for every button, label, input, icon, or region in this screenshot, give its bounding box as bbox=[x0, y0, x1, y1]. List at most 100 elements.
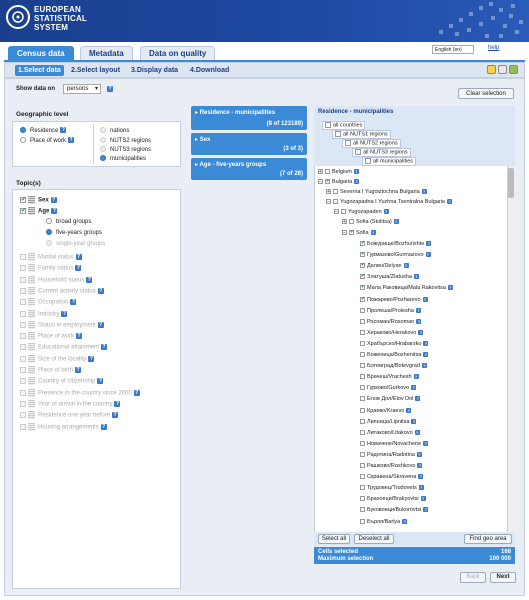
help-icon[interactable]: ? bbox=[353, 169, 359, 175]
help-icon[interactable]: ? bbox=[393, 219, 399, 225]
topic-item[interactable]: Current activity status? bbox=[20, 286, 104, 296]
help-icon[interactable]: ? bbox=[417, 463, 423, 469]
checkbox-icon[interactable] bbox=[360, 463, 365, 469]
collapse-icon[interactable]: − bbox=[334, 209, 339, 215]
help-icon[interactable]: ? bbox=[86, 276, 93, 283]
checkbox-icon[interactable] bbox=[20, 378, 26, 385]
tree-municipality[interactable]: Брахоеци/Brakyovtsi? bbox=[360, 496, 426, 503]
checkbox-icon[interactable] bbox=[20, 265, 26, 272]
checkbox-icon[interactable] bbox=[360, 485, 365, 491]
language-select[interactable]: English (en) bbox=[432, 45, 474, 54]
help-icon[interactable]: ? bbox=[418, 329, 424, 335]
checkbox-icon[interactable] bbox=[360, 296, 365, 303]
expand-icon[interactable]: + bbox=[326, 189, 331, 195]
checkbox-icon[interactable] bbox=[360, 340, 365, 346]
checkbox-icon[interactable] bbox=[325, 169, 330, 175]
radio-icon[interactable] bbox=[46, 218, 52, 225]
checkbox-icon[interactable] bbox=[360, 262, 365, 269]
radio-icon[interactable] bbox=[100, 137, 106, 144]
help-icon[interactable]: ? bbox=[68, 137, 75, 144]
topic-item[interactable]: Place of birth? bbox=[20, 366, 82, 375]
checkbox-icon[interactable] bbox=[20, 207, 26, 215]
help-icon[interactable]: ? bbox=[416, 451, 422, 457]
help-icon[interactable]: ? bbox=[411, 418, 417, 424]
help-icon[interactable]: ? bbox=[406, 407, 412, 413]
checkbox-icon[interactable] bbox=[349, 229, 354, 236]
tree-scrollbar[interactable] bbox=[507, 166, 515, 532]
tree-municipality[interactable]: Мала Раковица/Mala Rakovitsa? bbox=[360, 284, 453, 292]
help-icon[interactable]: ? bbox=[418, 485, 424, 491]
help-icon[interactable]: ? bbox=[112, 412, 119, 419]
help-icon[interactable]: ? bbox=[75, 254, 82, 260]
checkbox-icon[interactable] bbox=[355, 149, 361, 155]
tree-municipality[interactable]: Росоман/Rosoman? bbox=[360, 319, 422, 326]
tree-sofia-stolitsa[interactable]: + Sofia (Stolitsa)? bbox=[342, 219, 399, 226]
topic-item[interactable]: Occupation? bbox=[20, 298, 77, 307]
next-button[interactable]: Next bbox=[490, 572, 516, 583]
checkbox-icon[interactable] bbox=[20, 287, 26, 294]
checkbox-icon[interactable] bbox=[20, 355, 26, 362]
help-icon[interactable]: ? bbox=[425, 252, 431, 258]
checkbox-icon[interactable] bbox=[20, 196, 26, 204]
tree-municipality[interactable]: Радотина/Radotina? bbox=[360, 452, 422, 459]
checkbox-icon[interactable] bbox=[360, 307, 365, 313]
tree-municipality[interactable]: Златуша/Zlatusha? bbox=[360, 273, 419, 281]
topic-age[interactable]: Age? bbox=[20, 207, 58, 216]
help-icon[interactable]: ? bbox=[421, 363, 427, 369]
checkbox-icon[interactable] bbox=[349, 219, 354, 225]
checkbox-icon[interactable] bbox=[20, 367, 26, 373]
collapse-icon[interactable]: − bbox=[326, 199, 331, 205]
checkbox-icon[interactable] bbox=[20, 321, 26, 328]
tree-municipality[interactable]: Скравена/Skravena? bbox=[360, 474, 424, 481]
checkbox-icon[interactable] bbox=[333, 189, 338, 195]
tree-municipality[interactable]: Рашково/Rashkovo? bbox=[360, 463, 423, 470]
checkbox-icon[interactable] bbox=[20, 412, 26, 419]
checkbox-icon[interactable] bbox=[360, 440, 365, 446]
checkbox-icon[interactable] bbox=[20, 333, 26, 340]
tree-municipality[interactable]: Гурково/Gurkovo? bbox=[360, 385, 417, 392]
tree-severna[interactable]: + Severna I Yugoiztochna Bulgaria? bbox=[326, 189, 427, 196]
tree-belgium[interactable]: + Belgium? bbox=[318, 169, 359, 176]
help-icon[interactable]: ? bbox=[415, 396, 421, 402]
refresh-icon[interactable] bbox=[509, 65, 518, 74]
checkbox-icon[interactable] bbox=[20, 254, 26, 260]
checkbox-icon[interactable] bbox=[360, 474, 365, 480]
help-icon[interactable]: ? bbox=[88, 355, 95, 362]
help-icon[interactable]: ? bbox=[114, 400, 121, 407]
geo-nations-option[interactable]: nations bbox=[100, 127, 129, 135]
step-select-data[interactable]: 1.Select data bbox=[15, 65, 64, 76]
tree-yugozapaden[interactable]: − Yugozapaden? bbox=[334, 209, 389, 216]
geo-place-of-work-option[interactable]: Place of work? bbox=[20, 137, 75, 145]
checkbox-icon[interactable] bbox=[20, 310, 26, 317]
checkbox-icon[interactable] bbox=[20, 299, 26, 306]
help-icon[interactable]: ? bbox=[97, 321, 104, 328]
help-icon[interactable]: ? bbox=[100, 423, 107, 430]
help-icon[interactable]: ? bbox=[61, 310, 68, 317]
checkbox-icon[interactable] bbox=[333, 199, 338, 205]
topic-item[interactable]: Place of work? bbox=[20, 332, 83, 341]
help-icon[interactable]: ? bbox=[421, 189, 427, 195]
help-icon[interactable]: ? bbox=[423, 440, 429, 446]
topic-item[interactable]: Size of the locality? bbox=[20, 354, 95, 364]
checkbox-icon[interactable] bbox=[20, 344, 26, 351]
checkbox-icon[interactable] bbox=[365, 158, 371, 164]
checkbox-icon[interactable] bbox=[360, 496, 365, 502]
checkbox-icon[interactable] bbox=[360, 284, 365, 291]
scrollbar-thumb[interactable] bbox=[508, 168, 514, 198]
help-icon[interactable]: ? bbox=[403, 263, 409, 269]
tree-municipality[interactable]: Врачеш/Vrachesh? bbox=[360, 374, 419, 381]
expand-icon[interactable]: + bbox=[318, 169, 323, 175]
topic-sex[interactable]: Sex? bbox=[20, 196, 57, 205]
tree-municipality[interactable]: Трудовец/Trudovets? bbox=[360, 485, 424, 492]
persons-select[interactable]: persons ▾ bbox=[63, 84, 101, 94]
step-display-data[interactable]: 3.Display data bbox=[131, 65, 178, 76]
geo-residence-option[interactable]: Residence? bbox=[20, 127, 67, 135]
radio-icon[interactable] bbox=[100, 127, 106, 134]
tree-municipality[interactable]: Ботевград/Botevgrad? bbox=[360, 363, 427, 370]
topic-item[interactable]: Household status? bbox=[20, 275, 93, 285]
checkbox-icon[interactable] bbox=[360, 352, 365, 358]
help-link[interactable]: help bbox=[488, 45, 499, 51]
help-icon[interactable]: ? bbox=[101, 344, 108, 351]
topic-item[interactable]: Year of arrival in the country? bbox=[20, 399, 121, 409]
tree-municipality[interactable]: Хераково/Herakovo? bbox=[360, 329, 424, 337]
